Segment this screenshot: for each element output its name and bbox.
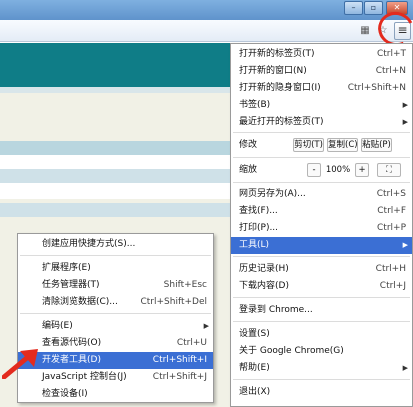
menu-item-history[interactable]: 历史记录(H) Ctrl+H [231, 261, 412, 278]
menu-item-label: 下载内容(D) [239, 281, 289, 291]
menu-item-find[interactable]: 查找(F)... Ctrl+F [231, 203, 412, 220]
zoom-out-button[interactable]: - [307, 163, 321, 177]
menu-item-label: 关于 Google Chrome(G) [239, 346, 344, 356]
menu-item-shortcut: Ctrl+Shift+J [152, 372, 207, 382]
menu-item-label: 网页另存为(A)... [239, 189, 306, 199]
menu-item-zoom: 缩放 - 100% + ⛶ [231, 161, 412, 180]
menu-item-shortcut: Ctrl+Shift+Del [140, 297, 207, 307]
menu-item-label: 查找(F)... [239, 206, 278, 216]
menu-item-label: 开发者工具(D) [42, 355, 101, 365]
menu-item-save-page[interactable]: 网页另存为(A)... Ctrl+S [231, 186, 412, 203]
menu-item-shortcut: Ctrl+F [377, 206, 406, 216]
menu-item-bookmarks[interactable]: 书签(B) ▶ [231, 97, 412, 114]
submenu-arrow-icon: ▶ [203, 322, 209, 330]
menu-item-label: 打开新的窗口(N) [239, 66, 307, 76]
menu-separator [20, 313, 211, 314]
submenu-item-task-manager[interactable]: 任务管理器(T) Shift+Esc [18, 277, 213, 294]
menu-item-shortcut: Ctrl+J [379, 281, 406, 291]
menu-item-label: 打开新的隐身窗口(I) [239, 83, 321, 93]
menu-separator [233, 321, 410, 322]
tools-submenu: 创建应用快捷方式(S)... 扩展程序(E) 任务管理器(T) Shift+Es… [17, 233, 214, 403]
menu-item-shortcut: Ctrl+Shift+I [152, 355, 207, 365]
menu-item-label: 扩展程序(E) [42, 263, 91, 273]
menu-item-help[interactable]: 帮助(E) ▶ [231, 360, 412, 377]
menu-item-new-incognito[interactable]: 打开新的隐身窗口(I) Ctrl+Shift+N [231, 80, 412, 97]
fullscreen-icon[interactable]: ⛶ [377, 163, 401, 177]
menu-item-label: 历史记录(H) [239, 264, 289, 274]
menu-item-recent-tabs[interactable]: 最近打开的标签页(T) ▶ [231, 114, 412, 131]
menu-item-label: 打开新的标签页(T) [239, 49, 315, 59]
menu-item-label: 设置(S) [239, 329, 270, 339]
submenu-item-clear-data[interactable]: 清除浏览数据(C)... Ctrl+Shift+Del [18, 294, 213, 311]
menu-item-exit[interactable]: 退出(X) [231, 384, 412, 401]
menu-separator [233, 256, 410, 257]
submenu-item-js-console[interactable]: JavaScript 控制台(J) Ctrl+Shift+J [18, 369, 213, 386]
menu-separator [233, 182, 410, 183]
menu-item-label: 任务管理器(T) [42, 280, 100, 290]
menu-item-label: 缩放 [239, 165, 258, 175]
menu-item-shortcut: Ctrl+Shift+N [347, 83, 406, 93]
zoom-in-button[interactable]: + [355, 163, 369, 177]
menu-item-label: 书签(B) [239, 100, 271, 110]
submenu-item-encoding[interactable]: 编码(E) ▶ [18, 318, 213, 335]
copy-button[interactable]: 复制(C) [327, 138, 358, 152]
minimize-button[interactable]: – [344, 1, 363, 15]
menu-item-new-window[interactable]: 打开新的窗口(N) Ctrl+N [231, 63, 412, 80]
menu-item-tools[interactable]: 工具(L) ▶ [231, 237, 412, 254]
submenu-arrow-icon: ▶ [402, 118, 408, 126]
menu-item-label: 编码(E) [42, 321, 73, 331]
menu-item-label: 修改 [239, 140, 258, 150]
translate-icon[interactable]: ▦ [358, 24, 372, 38]
menu-separator [233, 157, 410, 158]
menu-item-label: 工具(L) [239, 240, 270, 250]
menu-item-label: 检查设备(I) [42, 389, 88, 399]
submenu-arrow-icon: ▶ [402, 241, 408, 249]
browser-toolbar: ▦ ☆ [0, 20, 413, 42]
zoom-level: 100% [325, 165, 351, 175]
menu-item-label: 查看源代码(O) [42, 338, 102, 348]
menu-separator [20, 255, 211, 256]
menu-item-print[interactable]: 打印(P)... Ctrl+P [231, 220, 412, 237]
menu-item-about[interactable]: 关于 Google Chrome(G) [231, 343, 412, 360]
menu-item-downloads[interactable]: 下载内容(D) Ctrl+J [231, 278, 412, 295]
menu-separator [233, 379, 410, 380]
menu-item-label: 最近打开的标签页(T) [239, 117, 324, 127]
menu-item-label: 登录到 Chrome... [239, 305, 313, 315]
menu-item-settings[interactable]: 设置(S) [231, 326, 412, 343]
menu-item-label: 创建应用快捷方式(S)... [42, 239, 136, 249]
submenu-item-dev-tools[interactable]: 开发者工具(D) Ctrl+Shift+I [18, 352, 213, 369]
menu-item-shortcut: Ctrl+S [376, 189, 406, 199]
menu-item-label: JavaScript 控制台(J) [42, 372, 127, 382]
submenu-item-view-source[interactable]: 查看源代码(O) Ctrl+U [18, 335, 213, 352]
menu-item-label: 退出(X) [239, 387, 271, 397]
menu-item-shortcut: Shift+Esc [163, 280, 207, 290]
menu-item-shortcut: Ctrl+P [377, 223, 406, 233]
annotation-arrow-icon [2, 349, 38, 379]
cut-button[interactable]: 剪切(T) [293, 138, 324, 152]
submenu-item-create-shortcut[interactable]: 创建应用快捷方式(S)... [18, 236, 213, 253]
restore-button[interactable]: ▫ [364, 1, 383, 15]
menu-item-label: 清除浏览数据(C)... [42, 297, 118, 307]
window-titlebar: – ▫ ✕ [0, 0, 413, 20]
menu-item-label: 帮助(E) [239, 363, 270, 373]
menu-item-label: 打印(P)... [239, 223, 279, 233]
menu-separator [233, 132, 410, 133]
menu-item-shortcut: Ctrl+N [375, 66, 406, 76]
menu-separator [233, 297, 410, 298]
chrome-main-menu: 打开新的标签页(T) Ctrl+T 打开新的窗口(N) Ctrl+N 打开新的隐… [230, 43, 413, 407]
paste-button[interactable]: 粘贴(P) [361, 138, 392, 152]
menu-item-edit: 修改 剪切(T) 复制(C) 粘贴(P) [231, 136, 412, 155]
menu-item-shortcut: Ctrl+T [376, 49, 406, 59]
submenu-item-inspect-devices[interactable]: 检查设备(I) [18, 386, 213, 403]
menu-item-new-tab[interactable]: 打开新的标签页(T) Ctrl+T [231, 46, 412, 63]
submenu-item-extensions[interactable]: 扩展程序(E) [18, 260, 213, 277]
menu-item-sign-in[interactable]: 登录到 Chrome... [231, 302, 412, 319]
submenu-arrow-icon: ▶ [402, 101, 408, 109]
submenu-arrow-icon: ▶ [402, 364, 408, 372]
menu-item-shortcut: Ctrl+H [375, 264, 406, 274]
menu-item-shortcut: Ctrl+U [176, 338, 207, 348]
